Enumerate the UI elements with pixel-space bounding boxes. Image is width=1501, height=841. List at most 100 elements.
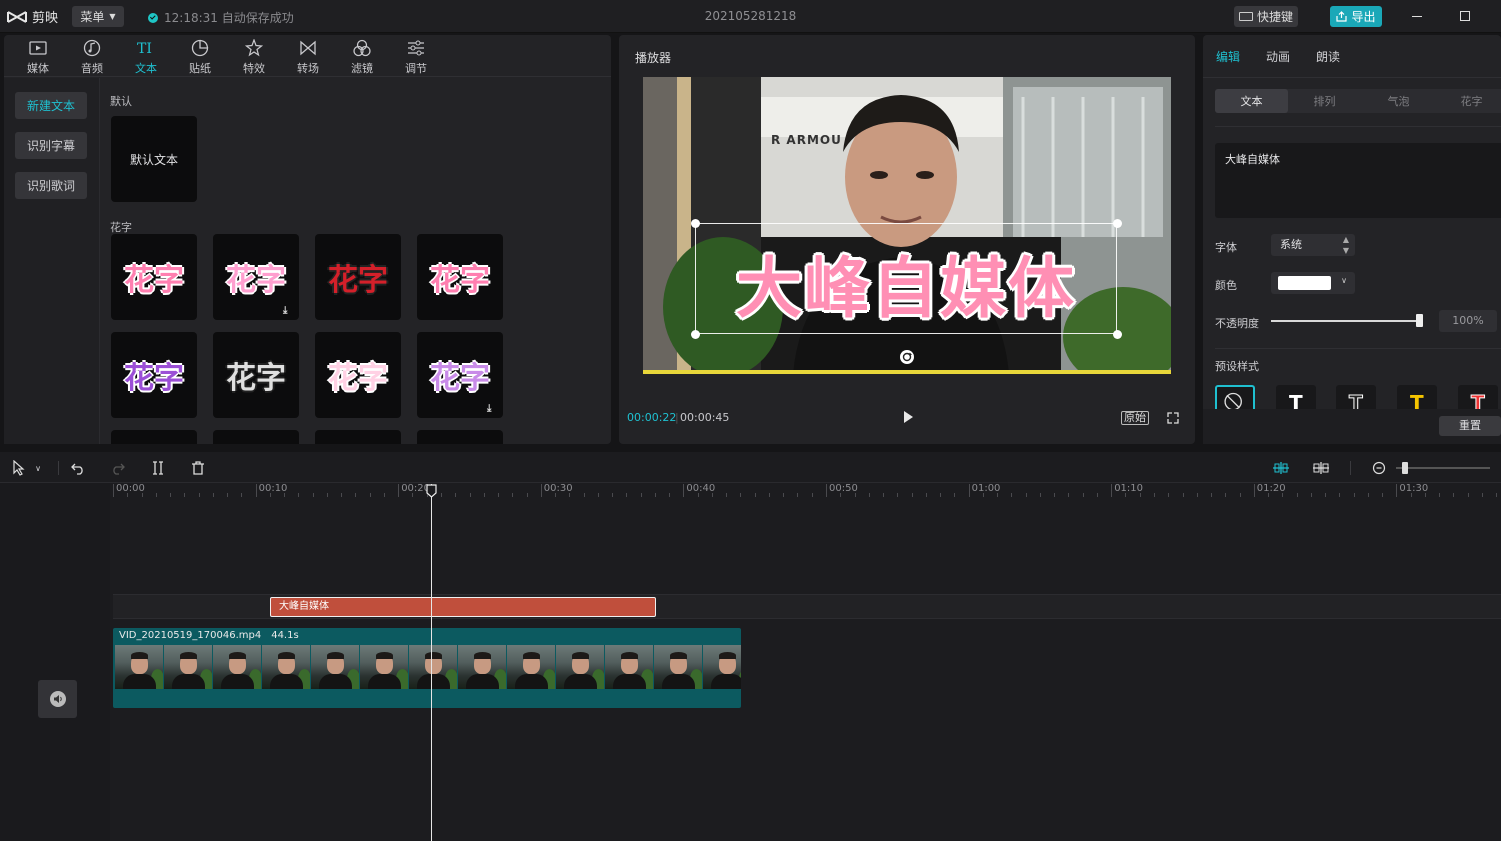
ruler-minor-tick — [569, 493, 571, 497]
fancy-text-card[interactable] — [111, 430, 197, 444]
fullscreen-icon[interactable] — [1166, 411, 1180, 425]
default-text-card[interactable]: 默认文本 — [111, 116, 197, 202]
ruler-minor-tick — [1225, 493, 1227, 497]
ruler-major-tick — [968, 484, 970, 497]
ruler-minor-tick — [269, 493, 271, 497]
text-track: 大峰自媒体 — [113, 594, 1501, 619]
font-select[interactable]: 系统 ▲ ▼ — [1271, 234, 1355, 256]
tab-filter[interactable]: 滤镜 — [342, 37, 382, 77]
download-icon[interactable]: ⤓ — [283, 305, 293, 316]
fancy-text-card[interactable]: 花字 — [417, 234, 503, 320]
delete-button[interactable] — [189, 459, 207, 477]
tab-read-aloud[interactable]: 朗读 — [1316, 48, 1340, 65]
reset-button[interactable]: 重置 — [1439, 416, 1501, 436]
redo-button[interactable] — [109, 459, 127, 477]
resize-handle[interactable] — [691, 219, 700, 228]
tab-edit[interactable]: 编辑 — [1216, 48, 1240, 65]
opacity-slider-handle[interactable] — [1416, 314, 1423, 327]
undo-button[interactable] — [69, 459, 87, 477]
library-panel: 媒体 音频 TI 文本 贴纸 特效 转场 滤镜 调节 新建文本 识别字幕 识别歌… — [4, 35, 611, 444]
video-clip[interactable]: VID_20210519_170046.mp4 44.1s — [113, 628, 741, 708]
shortcut-button[interactable]: 快捷键 — [1234, 6, 1298, 27]
ruler-minor-tick — [997, 493, 999, 497]
download-icon[interactable]: ⤓ — [487, 403, 497, 414]
ruler-minor-tick — [341, 493, 343, 497]
playhead-handle[interactable] — [426, 484, 437, 498]
video-thumbnail — [703, 645, 741, 689]
subtab-bubble[interactable]: 气泡 — [1362, 89, 1435, 113]
preset-none[interactable] — [1215, 385, 1255, 409]
video-thumbnail — [213, 645, 262, 689]
split-button[interactable] — [149, 459, 167, 477]
tab-effects[interactable]: 特效 — [234, 37, 274, 77]
subtab-arrange[interactable]: 排列 — [1288, 89, 1361, 113]
preset-style[interactable]: T — [1276, 385, 1316, 409]
sticker-icon — [191, 39, 209, 56]
resize-handle[interactable] — [691, 330, 700, 339]
select-mode-dropdown[interactable]: ∨ — [32, 459, 44, 477]
snap-button[interactable] — [1272, 459, 1290, 477]
recognize-subtitles-button[interactable]: 识别字幕 — [15, 132, 87, 159]
preset-style[interactable]: T — [1397, 385, 1437, 409]
zoom-out-button[interactable] — [1370, 459, 1388, 477]
zoom-slider-track[interactable] — [1396, 467, 1490, 469]
video-preview[interactable]: R ARMOU 大峰自媒体 — [643, 77, 1171, 374]
link-button[interactable] — [1312, 459, 1330, 477]
fancy-text-card[interactable]: 花字 — [111, 234, 197, 320]
preset-style[interactable]: T — [1458, 385, 1498, 409]
library-sidebar: 新建文本 识别字幕 识别歌词 — [4, 78, 100, 444]
fancy-text-card[interactable]: 花字 — [315, 234, 401, 320]
fancy-text-card[interactable] — [417, 430, 503, 444]
color-picker[interactable]: ∨ — [1271, 272, 1355, 294]
ruler-minor-tick — [640, 493, 642, 497]
new-text-button[interactable]: 新建文本 — [15, 92, 87, 119]
export-button[interactable]: 导出 — [1330, 6, 1382, 27]
default-text-label: 默认文本 — [129, 152, 178, 167]
tab-sticker[interactable]: 贴纸 — [180, 37, 220, 77]
text-content-input[interactable]: 大峰自媒体 — [1215, 143, 1501, 218]
text-clip[interactable]: 大峰自媒体 — [270, 597, 656, 617]
subtab-text[interactable]: 文本 — [1215, 89, 1288, 113]
rotate-icon[interactable] — [900, 350, 914, 364]
subtab-fancy[interactable]: 花字 — [1435, 89, 1501, 113]
resize-handle[interactable] — [1113, 330, 1122, 339]
text-overlay[interactable]: 大峰自媒体 — [695, 235, 1117, 331]
time-ruler[interactable]: 00:00 00:10 00:20 00:30 00:40 00:50 01:00 01:10… — [113, 483, 1501, 497]
divider — [1215, 348, 1501, 349]
fancy-text-card[interactable] — [213, 430, 299, 444]
ruler-minor-tick — [1424, 493, 1426, 497]
zoom-out-icon — [1372, 461, 1386, 475]
transition-icon — [300, 40, 316, 55]
fancy-text-card[interactable]: 花字 — [315, 332, 401, 418]
aspect-ratio-button[interactable]: 原始 — [1121, 411, 1149, 425]
resize-handle[interactable] — [1113, 219, 1122, 228]
fancy-text-card[interactable] — [315, 430, 401, 444]
opacity-input[interactable]: 100% — [1439, 310, 1497, 332]
tab-audio[interactable]: 音频 — [72, 37, 112, 77]
opacity-slider-track[interactable] — [1271, 320, 1421, 322]
select-tool-button[interactable] — [10, 459, 28, 477]
tab-media[interactable]: 媒体 — [18, 37, 58, 77]
fancy-text-card[interactable]: 花字 ⤓ — [417, 332, 503, 418]
play-icon[interactable] — [901, 410, 915, 424]
fancy-text-card[interactable]: 花字 — [213, 332, 299, 418]
fancy-text-card[interactable]: 花字 — [111, 332, 197, 418]
recognize-lyrics-button[interactable]: 识别歌词 — [15, 172, 87, 199]
zoom-slider-handle[interactable] — [1402, 462, 1408, 474]
maximize-button[interactable] — [1455, 6, 1475, 26]
ruler-minor-tick — [241, 493, 243, 497]
tab-transition[interactable]: 转场 — [288, 37, 328, 77]
ruler-minor-tick — [1496, 493, 1498, 497]
filter-icon — [353, 39, 371, 56]
ruler-label: 01:10 — [1114, 483, 1144, 494]
tab-adjust[interactable]: 调节 — [396, 37, 436, 77]
track-headers — [0, 483, 110, 841]
preset-style[interactable]: T — [1336, 385, 1376, 409]
tab-animation[interactable]: 动画 — [1266, 48, 1290, 65]
mute-track-button[interactable] — [38, 680, 77, 718]
fancy-text-card[interactable]: 花字 ⤓ — [213, 234, 299, 320]
minimize-button[interactable] — [1407, 6, 1427, 26]
timeline-panel: ∨ 00:00 00:10 00:20 00:30 00:40 00:50 01:00 01:… — [0, 452, 1501, 841]
tab-text[interactable]: TI 文本 — [126, 37, 166, 77]
playhead-line[interactable] — [431, 484, 432, 841]
